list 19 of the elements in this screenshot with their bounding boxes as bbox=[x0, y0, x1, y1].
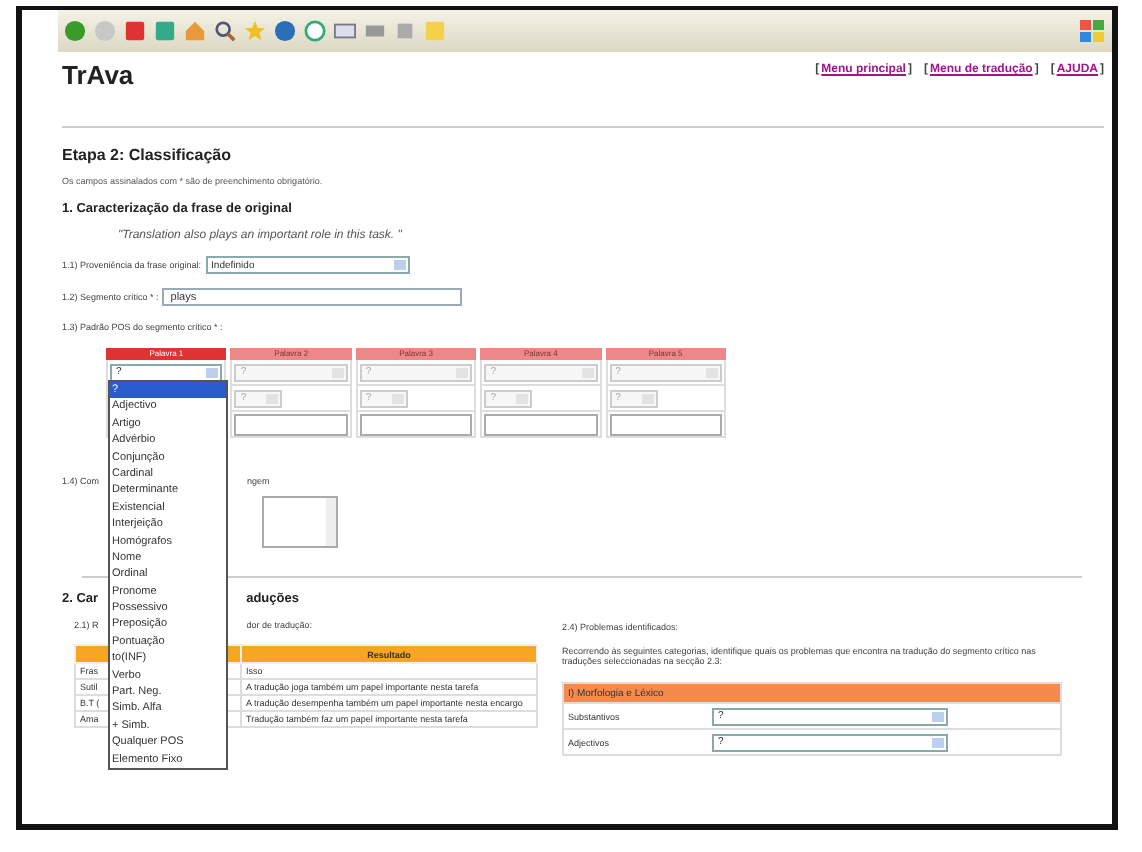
forward-icon bbox=[94, 20, 116, 42]
back-icon bbox=[64, 20, 86, 42]
envelope-icon bbox=[334, 20, 356, 42]
text-input[interactable] bbox=[484, 413, 598, 435]
site-title: TrAva bbox=[62, 60, 134, 90]
house-icon bbox=[184, 20, 206, 42]
globe-icon bbox=[274, 20, 296, 42]
comment-textarea[interactable] bbox=[262, 496, 338, 548]
search-icon bbox=[214, 20, 236, 42]
text-input[interactable] bbox=[234, 413, 348, 435]
step-heading: Etapa 2: Classificação bbox=[62, 146, 233, 164]
text-input[interactable] bbox=[609, 413, 723, 435]
text-input[interactable] bbox=[359, 413, 473, 435]
toolbar-button[interactable] bbox=[212, 20, 238, 42]
windows-logo-icon bbox=[1080, 20, 1104, 42]
star-icon bbox=[244, 20, 266, 42]
toolbar-button[interactable] bbox=[332, 20, 358, 42]
toolbar-button[interactable] bbox=[272, 20, 298, 42]
back-button[interactable] bbox=[62, 20, 88, 42]
